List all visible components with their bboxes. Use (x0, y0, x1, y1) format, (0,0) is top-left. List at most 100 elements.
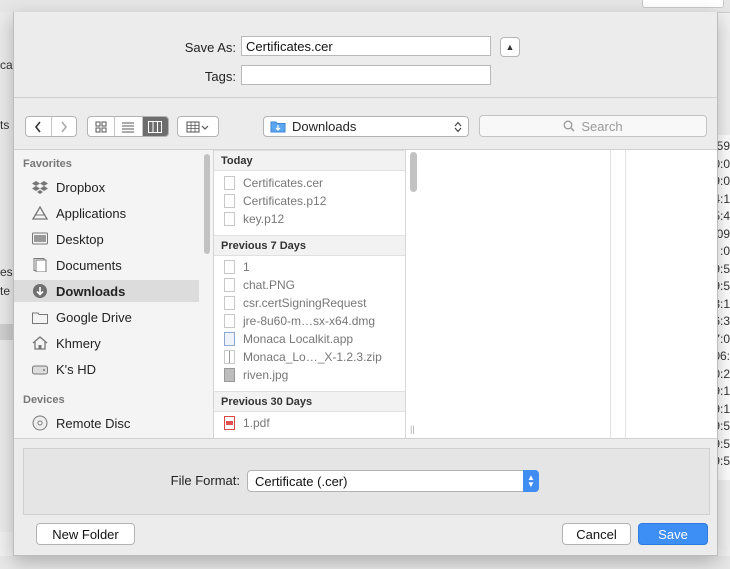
sidebar-item-label: Dropbox (56, 179, 106, 195)
document-icon (224, 212, 235, 226)
sidebar-item-remote-disc[interactable]: Remote Disc (14, 412, 199, 434)
file-label: 1 (243, 260, 250, 274)
dropbox-icon (31, 179, 49, 195)
section-header-previous-7-days: Previous 7 Days (214, 235, 405, 256)
sidebar-item-label: K's HD (56, 361, 97, 377)
file-label: key.p12 (243, 212, 285, 226)
hard-drive-icon (31, 361, 49, 377)
back-button[interactable] (26, 117, 51, 136)
sidebar-item-downloads[interactable]: Downloads (14, 280, 199, 302)
app-icon (224, 332, 235, 346)
sidebar: Favorites Dropbox Applications Desktop D… (14, 150, 214, 438)
arrange-icon-wrap (178, 117, 218, 136)
sidebar-item-label: Remote Disc (56, 415, 131, 431)
column-view-button[interactable] (141, 117, 168, 136)
section-header-today: Today (214, 150, 405, 171)
updown-arrows-icon: ▲ ▼ (523, 470, 539, 492)
sidebar-item-label: Desktop (56, 231, 104, 247)
sidebar-item-google-drive[interactable]: Google Drive (14, 306, 199, 328)
background-text: es (0, 265, 13, 279)
arrange-button[interactable] (177, 116, 219, 137)
disk-image-icon (224, 314, 235, 328)
sidebar-item-dropbox[interactable]: Dropbox (14, 176, 199, 198)
background-window-right: :59 0:0 9:0 4:1 5:4 09:0 9:5 9:5 3:1 6:3 7:0 06: 0:2… (713, 135, 730, 480)
file-item[interactable]: 1 (214, 258, 405, 276)
save-as-input[interactable] (241, 36, 491, 56)
sidebar-item-label: Documents (56, 257, 122, 273)
sidebar-item-applications[interactable]: Applications (14, 202, 199, 224)
folder-icon (31, 309, 49, 325)
file-label: chat.PNG (243, 278, 296, 292)
files-column: Today Certificates.cer Certificates.p12 … (214, 150, 406, 438)
back-forward-control (25, 116, 77, 137)
file-label: 1.pdf (243, 416, 270, 430)
file-format-select[interactable]: Certificate (.cer) ▲ ▼ (247, 470, 539, 492)
background-text: cat (0, 58, 13, 72)
image-file-icon (224, 368, 235, 382)
applications-icon (31, 205, 49, 221)
file-item[interactable]: key.p12 (214, 210, 405, 228)
file-item[interactable]: Certificates.cer (214, 174, 405, 192)
sidebar-item-desktop[interactable]: Desktop (14, 228, 199, 250)
file-item[interactable]: jre-8u60-m…sx-x64.dmg (214, 312, 405, 330)
chevron-right-icon (61, 121, 68, 132)
header-divider (14, 97, 717, 98)
new-folder-button[interactable]: New Folder (36, 523, 135, 545)
file-item[interactable]: csr.certSigningRequest (214, 294, 405, 312)
file-label: Monaca_Lo…_X-1.2.3.zip (243, 350, 382, 364)
file-item[interactable]: chat.PNG (214, 276, 405, 294)
location-popup[interactable]: Downloads (263, 116, 469, 137)
view-mode-control (87, 116, 169, 137)
image-file-icon (224, 278, 235, 292)
document-icon (224, 194, 235, 208)
sidebar-item-ks-hd[interactable]: K's HD (14, 358, 199, 380)
search-icon (563, 120, 575, 132)
preview-column (419, 150, 611, 438)
list-view-button[interactable] (114, 117, 141, 136)
icon-view-button[interactable] (88, 117, 114, 136)
sidebar-item-label: Google Drive (56, 309, 132, 325)
devices-header: Devices (23, 394, 65, 406)
file-item[interactable]: Certificates.p12 (214, 192, 405, 210)
favorites-header: Favorites (23, 158, 72, 170)
file-item[interactable]: 1.pdf (214, 414, 405, 432)
file-item[interactable]: Monaca_Lo…_X-1.2.3.zip (214, 348, 405, 366)
column-resize-handle[interactable]: || (410, 424, 415, 434)
grid-icon (95, 121, 107, 132)
desktop-icon (31, 231, 49, 247)
zip-file-icon (224, 350, 235, 364)
file-item[interactable]: Monaca Localkit.app (214, 330, 405, 348)
search-field[interactable]: Search (479, 115, 707, 137)
sidebar-item-khmery[interactable]: Khmery (14, 332, 199, 354)
save-as-label: Save As: (184, 40, 236, 55)
documents-icon (31, 257, 49, 273)
background-window-bottom (0, 556, 730, 569)
file-format-value: Certificate (.cer) (255, 473, 348, 489)
files-column-scrollbar[interactable] (410, 152, 417, 192)
downloads-icon (31, 283, 49, 299)
save-button[interactable]: Save (638, 523, 708, 545)
sidebar-item-documents[interactable]: Documents (14, 254, 199, 276)
sidebar-scrollbar[interactable] (204, 154, 210, 254)
chevron-left-icon (35, 121, 42, 132)
background-text: te (0, 284, 11, 298)
updown-arrows-icon (454, 121, 462, 133)
document-icon (224, 296, 235, 310)
list-icon (122, 122, 135, 132)
tags-label: Tags: (204, 69, 236, 84)
location-label: Downloads (292, 119, 357, 134)
tags-input[interactable] (241, 65, 491, 85)
chevron-up-icon: ▲ (505, 42, 515, 52)
file-format-label: File Format: (170, 473, 240, 488)
expand-dialog-button[interactable]: ▲ (500, 37, 520, 57)
arrange-grid-icon (186, 121, 209, 132)
document-icon (224, 176, 235, 190)
columns-icon (148, 120, 163, 133)
file-item[interactable]: riven.jpg (214, 366, 405, 384)
file-label: Certificates.p12 (243, 194, 327, 208)
forward-button[interactable] (50, 117, 76, 136)
pdf-file-icon (224, 416, 235, 430)
file-label: riven.jpg (243, 368, 289, 382)
background-window-left: cat ts es te (0, 12, 13, 532)
cancel-button[interactable]: Cancel (562, 523, 631, 545)
